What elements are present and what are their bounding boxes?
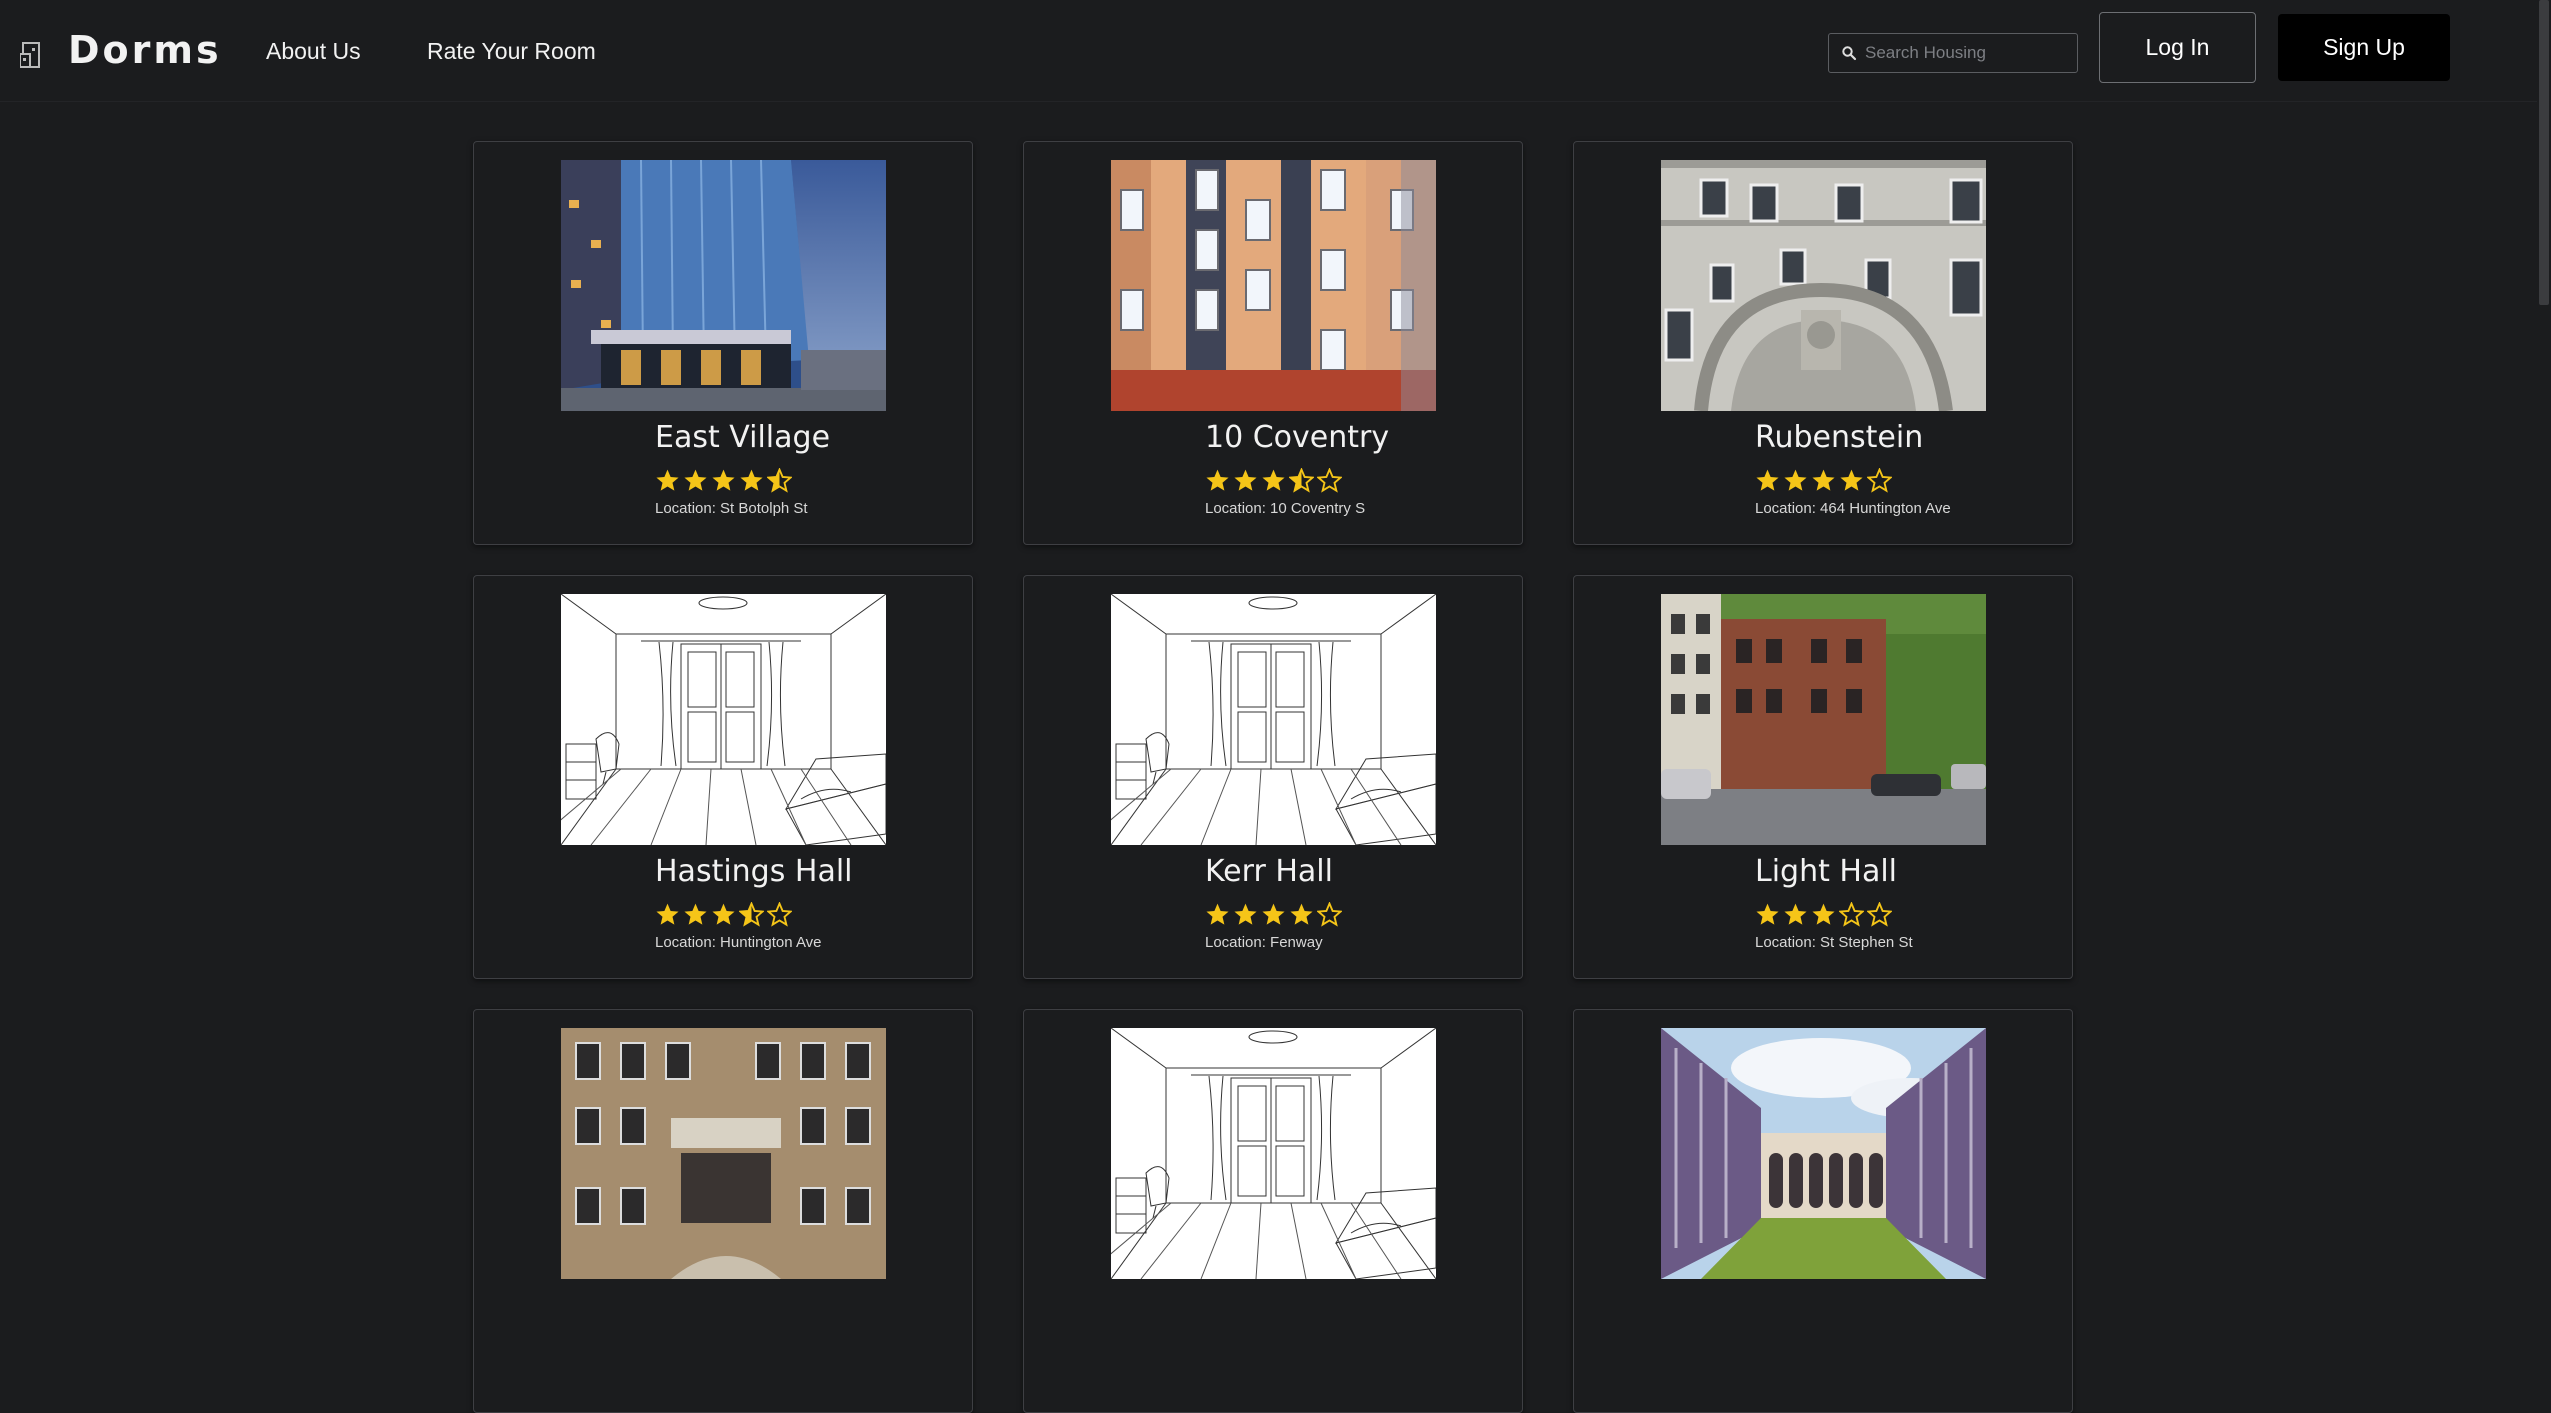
rating-stars — [1755, 902, 1892, 928]
rating-stars — [1755, 468, 1892, 494]
star-full-icon — [655, 902, 680, 927]
housing-card-location: Location: St Stephen St — [1755, 934, 1913, 951]
housing-card-title[interactable]: Rubenstein — [1755, 420, 1923, 455]
star-full-icon — [1783, 468, 1808, 493]
star-half-icon — [1289, 468, 1314, 493]
housing-card-title[interactable]: Hastings Hall — [655, 854, 853, 889]
housing-card[interactable]: Light Hall Location: St Stephen St — [1573, 575, 2073, 979]
star-empty-icon — [1867, 902, 1892, 927]
star-full-icon — [683, 902, 708, 927]
housing-card-location: Location: 10 Coventry S — [1205, 500, 1366, 517]
housing-card[interactable] — [1573, 1009, 2073, 1413]
star-empty-icon — [1317, 902, 1342, 927]
housing-card-title[interactable]: 10 Coventry — [1205, 420, 1389, 455]
star-full-icon — [655, 468, 680, 493]
star-empty-icon — [1317, 468, 1342, 493]
housing-card-image — [1111, 160, 1436, 411]
housing-card[interactable]: Rubenstein Location: 464 Huntington Ave — [1573, 141, 2073, 545]
rating-stars — [1205, 468, 1342, 494]
star-empty-icon — [1839, 902, 1864, 927]
housing-card[interactable] — [473, 1009, 973, 1413]
nav-rate-your-room[interactable]: Rate Your Room — [427, 38, 596, 65]
star-full-icon — [1261, 902, 1286, 927]
housing-card-image — [1661, 160, 1986, 411]
housing-card-title[interactable]: Kerr Hall — [1205, 854, 1333, 889]
rating-stars — [655, 902, 792, 928]
nav-about-us[interactable]: About Us — [266, 38, 361, 65]
housing-card-image — [561, 594, 886, 845]
star-half-icon — [739, 902, 764, 927]
search-bar[interactable] — [1828, 33, 2078, 73]
search-icon — [1842, 46, 1857, 61]
star-full-icon — [711, 902, 736, 927]
housing-card-location: Location: St Botolph St — [655, 500, 808, 517]
star-full-icon — [1755, 902, 1780, 927]
housing-card[interactable]: Hastings Hall Location: Huntington Ave — [473, 575, 973, 979]
star-full-icon — [711, 468, 736, 493]
housing-card-image — [561, 160, 886, 411]
housing-card[interactable] — [1023, 1009, 1523, 1413]
star-full-icon — [683, 468, 708, 493]
rating-stars — [655, 468, 792, 494]
star-full-icon — [1811, 468, 1836, 493]
star-full-icon — [1839, 468, 1864, 493]
star-full-icon — [1233, 468, 1258, 493]
scrollbar-thumb[interactable] — [2539, 0, 2549, 305]
star-full-icon — [1261, 468, 1286, 493]
brand-logo[interactable]: Dorms — [68, 28, 222, 72]
star-full-icon — [1205, 902, 1230, 927]
building-logo-icon — [20, 42, 40, 68]
housing-card-image — [1661, 594, 1986, 845]
housing-card-image — [561, 1028, 886, 1279]
housing-card-image — [1111, 594, 1436, 845]
housing-card-image — [1661, 1028, 1986, 1279]
star-full-icon — [739, 468, 764, 493]
login-button[interactable]: Log In — [2099, 12, 2256, 83]
housing-card-location: Location: 464 Huntington Ave — [1755, 500, 1951, 517]
housing-card-location: Location: Huntington Ave — [655, 934, 822, 951]
star-empty-icon — [1867, 468, 1892, 493]
housing-card-title[interactable]: Light Hall — [1755, 854, 1897, 889]
housing-card[interactable]: East Village Location: St Botolph St — [473, 141, 973, 545]
star-empty-icon — [767, 902, 792, 927]
top-navbar: Dorms About Us Rate Your Room Log In Sig… — [0, 0, 2551, 102]
housing-card[interactable]: Kerr Hall Location: Fenway — [1023, 575, 1523, 979]
star-full-icon — [1811, 902, 1836, 927]
rating-stars — [1205, 902, 1342, 928]
star-full-icon — [1205, 468, 1230, 493]
page-scrollbar[interactable] — [2537, 0, 2551, 1258]
search-input[interactable] — [1865, 36, 2070, 70]
star-full-icon — [1783, 902, 1808, 927]
star-full-icon — [1233, 902, 1258, 927]
housing-card-image — [1111, 1028, 1436, 1279]
star-half-icon — [767, 468, 792, 493]
housing-card[interactable]: 10 Coventry Location: 10 Coventry S — [1023, 141, 1523, 545]
signup-button[interactable]: Sign Up — [2278, 14, 2450, 81]
housing-card-location: Location: Fenway — [1205, 934, 1323, 951]
star-full-icon — [1289, 902, 1314, 927]
star-full-icon — [1755, 468, 1780, 493]
housing-card-title[interactable]: East Village — [655, 420, 830, 455]
